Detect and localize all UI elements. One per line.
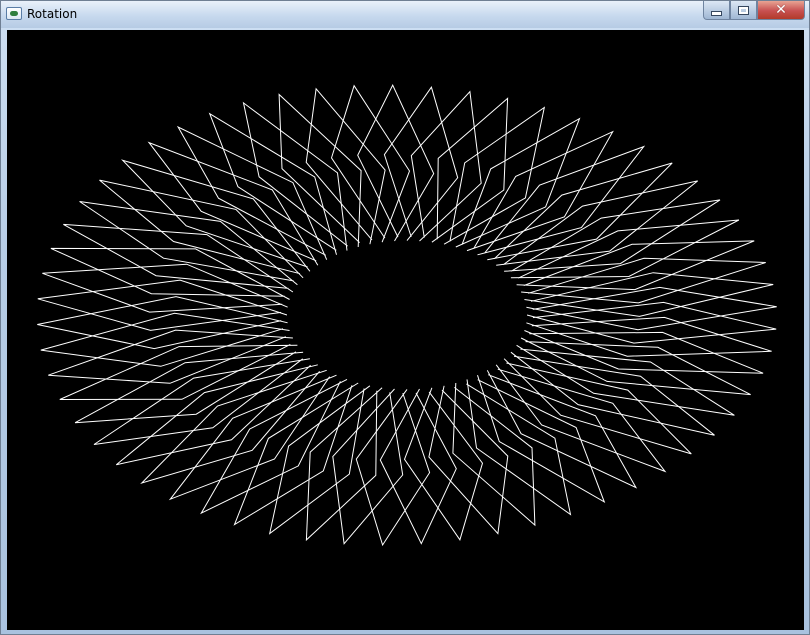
render-canvas[interactable] <box>7 30 804 630</box>
wireframe-blade <box>37 279 288 331</box>
title-bar[interactable]: Rotation ✕ <box>1 1 809 28</box>
wireframe-blade <box>268 385 371 535</box>
close-icon: ✕ <box>775 2 787 18</box>
maximize-button[interactable] <box>730 1 757 20</box>
wireframe-blade <box>63 223 294 293</box>
wireframe-blade <box>455 117 581 248</box>
wireframe-blade <box>93 358 310 445</box>
wireframe-blade <box>233 382 359 526</box>
wireframe-blade <box>410 90 482 242</box>
wireframe-blade <box>526 301 777 344</box>
close-button[interactable]: ✕ <box>757 1 805 20</box>
window-title: Rotation <box>27 7 78 21</box>
app-window: Rotation ✕ <box>0 0 810 635</box>
wireframe-blade <box>74 351 304 424</box>
app-window-icon[interactable] <box>6 7 22 20</box>
scene-hub <box>287 243 527 387</box>
wireframe-blade <box>208 112 337 255</box>
wireframe-blade <box>305 387 383 542</box>
rotation-scene <box>37 84 777 547</box>
wireframe-blade <box>510 351 715 436</box>
wireframe-blade <box>452 382 536 527</box>
wireframe-blade <box>147 141 319 266</box>
wireframe-blade <box>443 106 546 245</box>
wireframe-blade <box>40 312 290 367</box>
wireframe-blade <box>526 316 772 357</box>
wireframe-blade <box>42 263 288 313</box>
maximize-icon <box>738 5 749 15</box>
wireframe-blade <box>524 272 774 317</box>
wireframe-blade <box>403 387 484 541</box>
wireframe-blade <box>140 369 327 485</box>
wireframe-blade <box>516 240 755 291</box>
minimize-button[interactable] <box>703 1 730 20</box>
minimize-icon <box>711 10 722 16</box>
wireframe-blade <box>477 375 606 504</box>
